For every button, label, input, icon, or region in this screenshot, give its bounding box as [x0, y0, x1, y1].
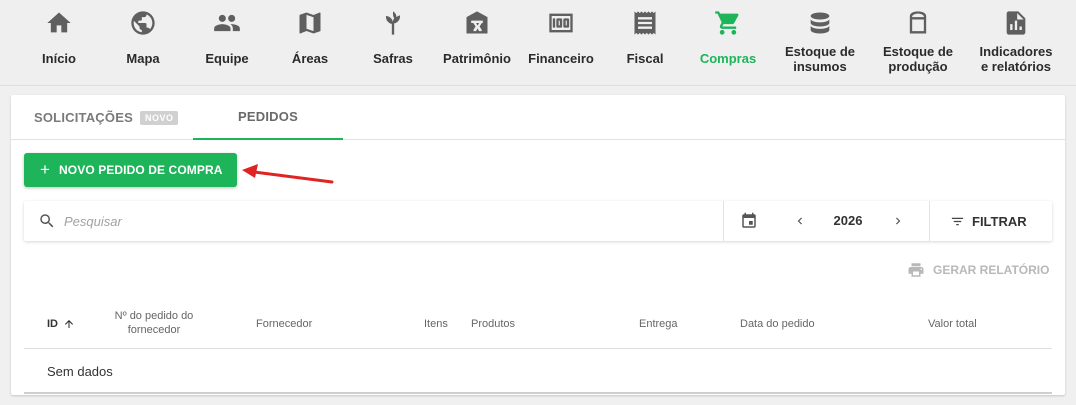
- cart-icon: [713, 8, 743, 38]
- nav-item-financeiro[interactable]: Financeiro: [527, 0, 595, 86]
- filter-toolbar: 2026 FILTRAR: [24, 201, 1052, 241]
- column-header-id[interactable]: ID: [47, 317, 75, 331]
- divider: [929, 201, 930, 241]
- nav-label: Safras: [373, 51, 413, 66]
- annotation-arrow: [242, 164, 334, 184]
- column-header-supplier[interactable]: Fornecedor: [256, 317, 312, 331]
- sort-ascending-icon: [65, 320, 73, 328]
- nav-label: Compras: [699, 51, 757, 66]
- generate-report-button[interactable]: GERAR RELATÓRIO: [907, 260, 1049, 280]
- nav-label: Patrimônio: [443, 51, 511, 66]
- tab-solicitacoes[interactable]: SOLICITAÇÕES NOVO: [34, 95, 194, 140]
- people-icon: [212, 8, 242, 38]
- nav-item-safras[interactable]: Safras: [362, 0, 424, 86]
- column-header-order-date[interactable]: Data do pedido: [740, 317, 815, 331]
- nav-label: Financeiro: [528, 51, 594, 66]
- new-purchase-order-button[interactable]: + NOVO PEDIDO DE COMPRA: [24, 153, 237, 187]
- tab-pedidos[interactable]: PEDIDOS: [193, 95, 343, 140]
- column-header-delivery[interactable]: Entrega: [639, 317, 678, 331]
- barn-icon: [462, 8, 492, 38]
- silo-icon: [903, 8, 933, 38]
- wheat-icon: [378, 8, 408, 38]
- map-icon: [295, 8, 325, 38]
- report-label: GERAR RELATÓRIO: [933, 263, 1050, 277]
- column-header-products[interactable]: Produtos: [471, 317, 515, 331]
- nav-label: Início: [42, 51, 76, 66]
- chevron-right-icon: [896, 217, 901, 225]
- search-input[interactable]: [64, 209, 704, 233]
- nav-item-estoque-insumos[interactable]: Estoque de insumos: [780, 0, 860, 86]
- globe-icon: [128, 8, 158, 38]
- nav-label: Estoque de produção: [882, 44, 954, 74]
- nav-label: Equipe: [205, 51, 249, 66]
- filter-label: FILTRAR: [972, 213, 1027, 229]
- nav-item-mapa[interactable]: Mapa: [112, 0, 174, 86]
- orders-card: SOLICITAÇÕES NOVO PEDIDOS + NOVO PEDIDO …: [11, 95, 1065, 395]
- nav-item-compras[interactable]: Compras: [697, 0, 759, 86]
- calendar-icon[interactable]: [740, 212, 758, 230]
- nav-item-areas[interactable]: Áreas: [279, 0, 341, 86]
- report-icon: [1001, 8, 1031, 38]
- main-navigation: Início Mapa Equipe Áreas Safras Patrimôn…: [0, 0, 1076, 86]
- money-icon: [546, 8, 576, 38]
- new-badge: NOVO: [139, 110, 179, 125]
- nav-label: Áreas: [291, 51, 329, 66]
- year-value: 2026: [833, 213, 863, 228]
- column-header-supplier-order[interactable]: Nº do pedido do fornecedor: [108, 309, 200, 337]
- nav-item-estoque-producao[interactable]: Estoque de produção: [878, 0, 958, 86]
- filter-button[interactable]: FILTRAR: [950, 211, 1027, 231]
- table-bottom-border: [24, 392, 1052, 394]
- plus-icon: +: [40, 160, 51, 179]
- receipt-icon: [630, 8, 660, 38]
- tab-bar: SOLICITAÇÕES NOVO PEDIDOS: [11, 95, 1065, 140]
- chevron-left-icon: [797, 217, 802, 225]
- nav-label: Fiscal: [626, 51, 664, 66]
- tab-label: PEDIDOS: [238, 109, 298, 124]
- nav-item-indicadores[interactable]: Indicadores e relatórios: [975, 0, 1057, 86]
- home-icon: [44, 8, 74, 38]
- nav-item-patrimonio[interactable]: Patrimônio: [440, 0, 514, 86]
- next-year-button[interactable]: [888, 211, 908, 231]
- printer-icon: [908, 263, 924, 277]
- column-header-total[interactable]: Valor total: [928, 317, 977, 331]
- table-header-divider: [24, 348, 1052, 349]
- search-icon: [38, 212, 56, 230]
- nav-label: Estoque de insumos: [784, 44, 856, 74]
- filter-icon: [951, 217, 964, 225]
- nav-label: Mapa: [126, 51, 160, 66]
- tab-label: SOLICITAÇÕES: [34, 110, 133, 125]
- nav-item-fiscal[interactable]: Fiscal: [614, 0, 676, 86]
- database-icon: [805, 8, 835, 38]
- divider: [723, 201, 724, 241]
- nav-item-inicio[interactable]: Início: [28, 0, 90, 86]
- column-header-items[interactable]: Itens: [424, 317, 448, 331]
- previous-year-button[interactable]: [790, 211, 810, 231]
- empty-state-text: Sem dados: [47, 364, 113, 379]
- nav-item-equipe[interactable]: Equipe: [196, 0, 258, 86]
- nav-label: Indicadores e relatórios: [979, 44, 1053, 74]
- button-label: NOVO PEDIDO DE COMPRA: [59, 163, 223, 177]
